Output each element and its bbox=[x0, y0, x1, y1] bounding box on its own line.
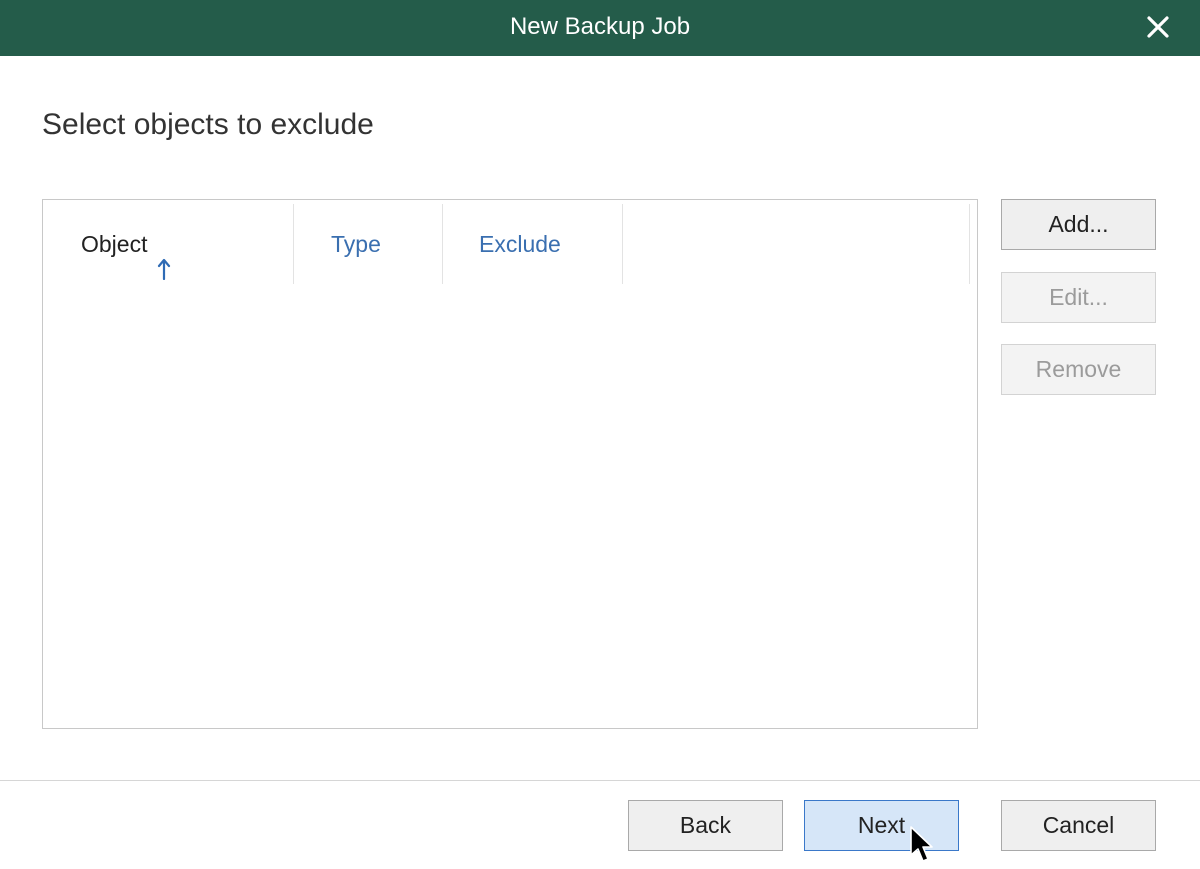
edit-button[interactable]: Edit... bbox=[1001, 272, 1156, 323]
page-heading: Select objects to exclude bbox=[42, 108, 374, 141]
back-button[interactable]: Back bbox=[628, 800, 783, 851]
cancel-button[interactable]: Cancel bbox=[1001, 800, 1156, 851]
column-separator bbox=[442, 204, 443, 284]
column-header-object[interactable]: Object bbox=[81, 204, 171, 284]
column-header-type[interactable]: Type bbox=[331, 204, 381, 284]
window-title: New Backup Job bbox=[509, 13, 691, 40]
add-button[interactable]: Add... bbox=[1001, 199, 1156, 250]
table-header: Object Type Exclude bbox=[43, 200, 977, 284]
column-header-object-label: Object bbox=[81, 231, 148, 257]
sort-ascending-icon bbox=[157, 232, 171, 281]
footer-divider bbox=[0, 780, 1200, 781]
close-icon[interactable] bbox=[1144, 13, 1172, 41]
remove-button[interactable]: Remove bbox=[1001, 344, 1156, 395]
column-separator bbox=[969, 204, 970, 284]
exclusions-table[interactable]: Object Type Exclude bbox=[42, 199, 978, 729]
column-header-exclude[interactable]: Exclude bbox=[479, 204, 561, 284]
next-button[interactable]: Next bbox=[804, 800, 959, 851]
column-separator bbox=[622, 204, 623, 284]
column-separator bbox=[293, 204, 294, 284]
title-bar: New Backup Job bbox=[0, 0, 1200, 56]
